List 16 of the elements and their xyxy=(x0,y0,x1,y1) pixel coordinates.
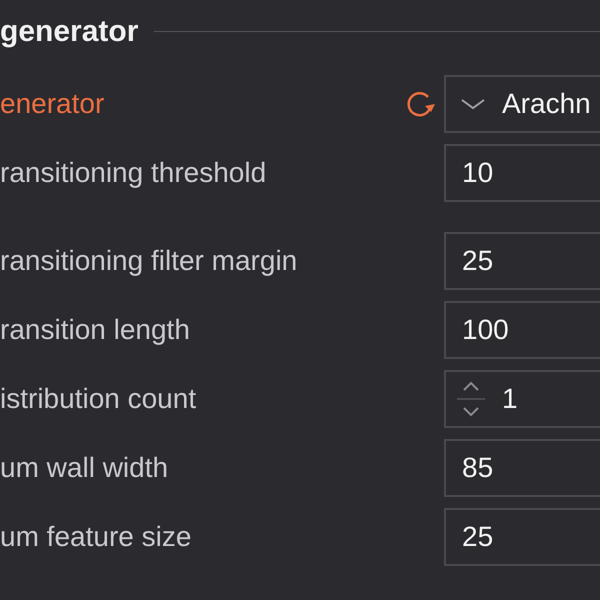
generator-dropdown[interactable]: Arachn xyxy=(444,75,600,133)
setting-label: enerator xyxy=(0,87,104,121)
section-title: generator xyxy=(0,14,138,50)
setting-label: istribution count xyxy=(0,382,196,416)
setting-label: ransitioning filter margin xyxy=(0,244,298,278)
setting-label: um wall width xyxy=(0,451,168,485)
setting-label: ransition length xyxy=(0,313,190,347)
setting-label: um feature size xyxy=(0,520,192,554)
spinner-field[interactable]: 1 xyxy=(444,370,600,428)
number-field[interactable]: 100 xyxy=(444,301,600,359)
chevron-down-icon xyxy=(460,97,486,111)
number-field[interactable]: 25 xyxy=(444,508,600,566)
setting-label: ransitioning threshold xyxy=(0,156,266,190)
number-field[interactable]: 85 xyxy=(444,439,600,497)
number-field[interactable]: 10 xyxy=(444,144,600,202)
number-field[interactable]: 25 xyxy=(444,232,600,290)
